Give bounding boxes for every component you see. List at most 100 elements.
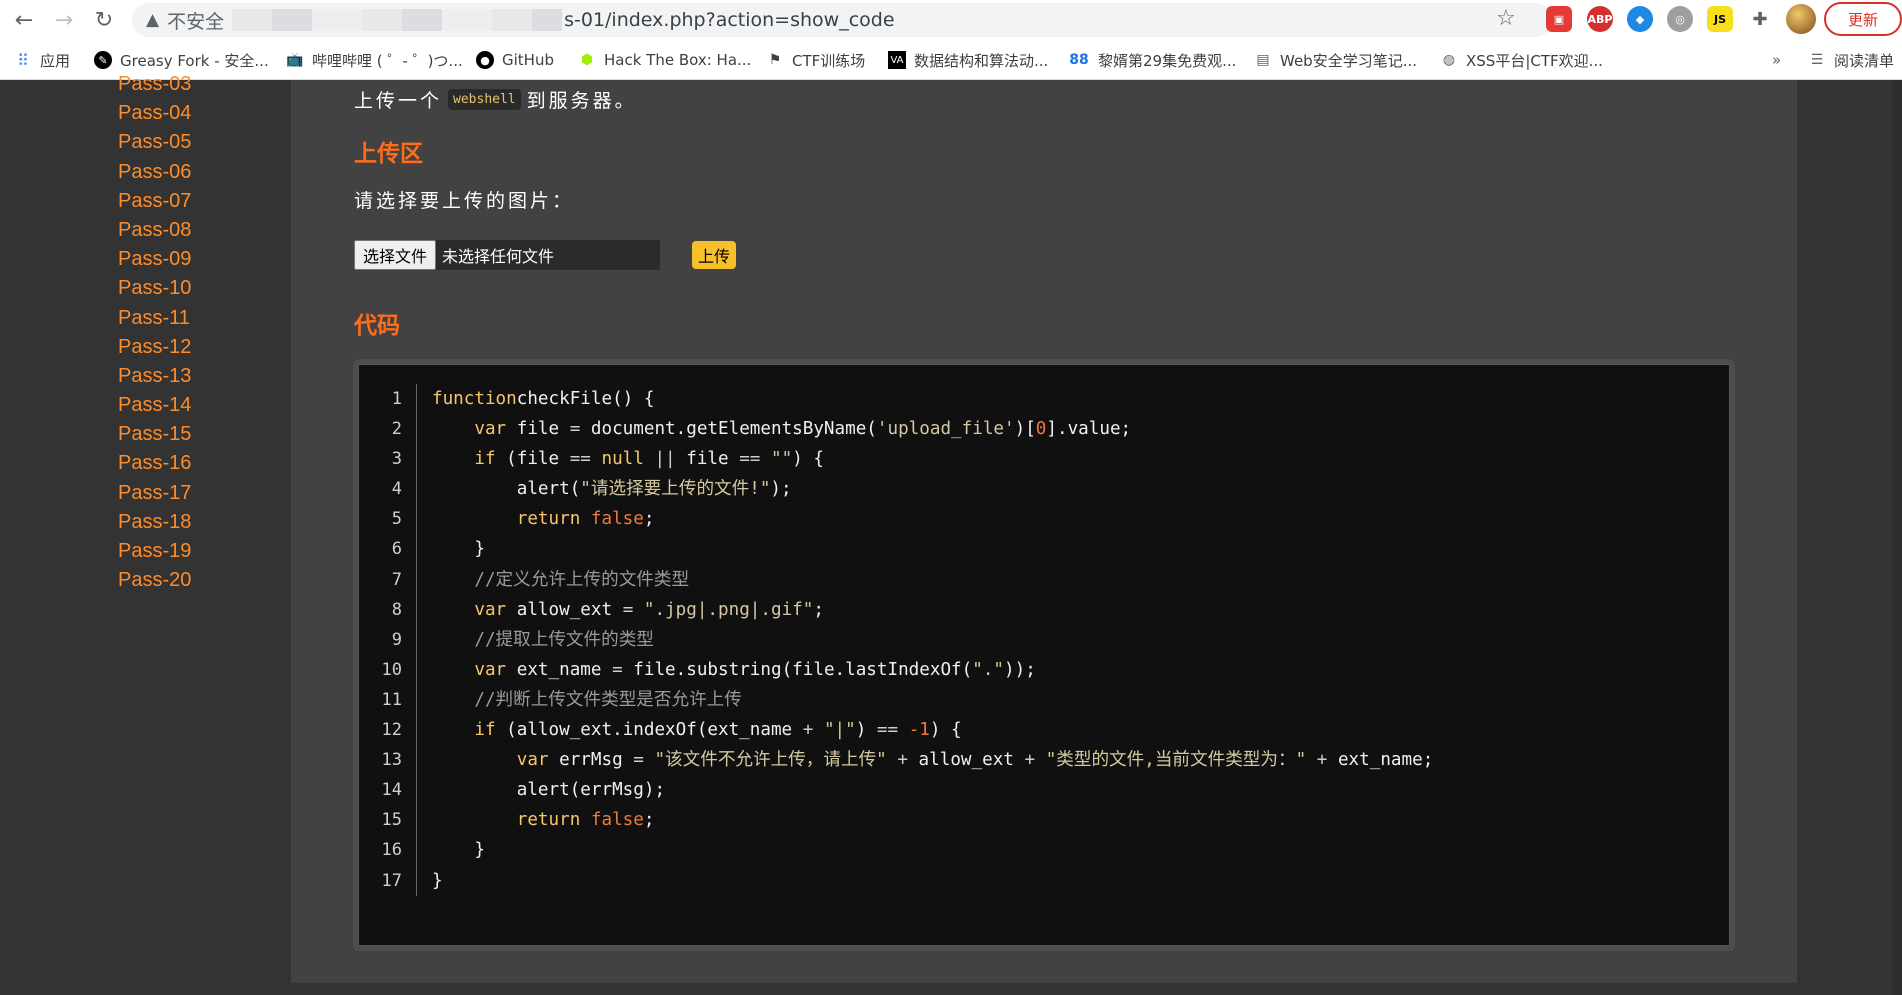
bookmark-greasyfork[interactable]: ✎ Greasy Fork - 安全... — [94, 48, 269, 72]
sidebar-item-pass-07[interactable]: Pass-07 — [118, 187, 191, 216]
code-line: } — [432, 534, 1433, 564]
reading-list-icon: ☰ — [1810, 52, 1824, 68]
sidebar-item-pass-14[interactable]: Pass-14 — [118, 391, 191, 420]
sidebar-item-pass-10[interactable]: Pass-10 — [118, 274, 191, 303]
code-line: functioncheckFile() { — [432, 384, 1433, 414]
code-token: file.substring(file.lastIndexOf( — [622, 659, 973, 680]
adblock-icon[interactable]: ABP — [1587, 6, 1613, 32]
sidebar-item-pass-05[interactable]: Pass-05 — [118, 128, 191, 157]
reload-icon[interactable]: ↻ — [88, 4, 120, 36]
sidebar-item-pass-06[interactable]: Pass-06 — [118, 158, 191, 187]
warning-triangle-icon: ▲ — [146, 10, 160, 30]
url-text: s-01/index.php?action=show_code — [564, 9, 895, 31]
upload-heading: 上传区 — [354, 141, 423, 167]
sidebar-item-pass-19[interactable]: Pass-19 — [118, 537, 191, 566]
code-token: || — [654, 449, 676, 470]
intro-after: 到服务器。 — [526, 90, 637, 112]
sidebar-item-pass-09[interactable]: Pass-09 — [118, 245, 191, 274]
redacted-url-segment — [232, 9, 563, 31]
code-token: false — [590, 509, 644, 530]
file-status: 未选择任何文件 — [442, 247, 555, 266]
sidebar-item-pass-20[interactable]: Pass-20 — [118, 566, 191, 595]
sidebar-item-pass-17[interactable]: Pass-17 — [118, 479, 191, 508]
code-token: ext_name; — [1327, 750, 1434, 771]
code-token: var — [474, 599, 507, 620]
bookmark-star-icon[interactable]: ☆ — [1496, 6, 1516, 31]
code-token: var — [474, 659, 507, 680]
address-bar[interactable]: ▲ 不安全 s-01/index.php?action=show_code — [132, 3, 1552, 37]
bookmark-label: Hack The Box: Ha... — [604, 51, 752, 69]
bookmark-bilibili[interactable]: 📺 哔哩哔哩 ( ゜- ゜)つ... — [286, 48, 462, 72]
code-line: return false; — [432, 504, 1433, 534]
bookmark-label: 数据结构和算法动... — [914, 51, 1049, 70]
bookmark-88[interactable]: 88 黎婿第29集免费观... — [1068, 48, 1236, 72]
code-token: ; — [813, 599, 824, 620]
flag-icon: ⚑ — [768, 52, 782, 68]
page-scrollbar[interactable] — [1892, 80, 1902, 995]
profile-avatar[interactable] — [1786, 4, 1816, 34]
code-token: "类型的文件,当前文件类型为：" — [1045, 750, 1307, 771]
file-input[interactable]: 选择文件 未选择任何文件 — [354, 240, 660, 270]
code-line: var ext_name = file.substring(file.lastI… — [432, 655, 1433, 685]
sidebar-item-pass-16[interactable]: Pass-16 — [118, 449, 191, 478]
sidebar-item-pass-13[interactable]: Pass-13 — [118, 362, 191, 391]
sidebar-item-pass-15[interactable]: Pass-15 — [118, 420, 191, 449]
js-extension-icon[interactable]: JS — [1707, 6, 1733, 32]
code-line: alert("请选择要上传的文件!"); — [432, 474, 1433, 504]
code-token: if — [474, 720, 496, 741]
reading-list[interactable]: ☰ 阅读清单 — [1808, 48, 1894, 72]
puzzle-extensions-icon[interactable]: ✚ — [1747, 6, 1773, 32]
update-button[interactable]: 更新 — [1824, 2, 1902, 36]
bookmark-websec[interactable]: ▤ Web安全学习笔记... — [1254, 48, 1417, 72]
va-icon: VA — [888, 51, 906, 69]
bookmark-visualgo[interactable]: VA 数据结构和算法动... — [888, 48, 1048, 72]
intro-code: webshell — [448, 89, 521, 110]
sidebar-item-pass-12[interactable]: Pass-12 — [118, 333, 191, 362]
sidebar-item-pass-18[interactable]: Pass-18 — [118, 508, 191, 537]
code-token: ].value; — [1046, 419, 1132, 440]
code-block: 1 2 3 4 5 6 7 8 9 10 11 12 13 14 15 16 17 functioncheckF… — [353, 359, 1735, 951]
code-token: ; — [643, 509, 655, 530]
sidebar-item-pass-03[interactable]: Pass-03 — [118, 70, 191, 99]
code-line: //判断上传文件类型是否允许上传 — [432, 685, 1433, 715]
sidebar-item-pass-04[interactable]: Pass-04 — [118, 99, 191, 128]
back-arrow-icon[interactable]: ← — [8, 4, 40, 36]
main-content: 上传一个 webshell 到服务器。 上传区 请选择要上传的图片： 选择文件 … — [291, 80, 1797, 983]
bookmark-hackthebox[interactable]: ⬢ Hack The Box: Ha... — [578, 48, 751, 72]
line-number: 7 — [391, 569, 402, 590]
bookmark-label: 应用 — [40, 51, 71, 70]
bookmark-apps[interactable]: ⠿ 应用 — [14, 48, 70, 72]
code-token: "|" — [823, 720, 856, 741]
code-token: ); — [770, 479, 792, 500]
sidebar-item-pass-08[interactable]: Pass-08 — [118, 216, 191, 245]
code-line: if (allow_ext.indexOf(ext_name + "|") ==… — [432, 715, 1433, 745]
line-number: 8 — [391, 599, 402, 620]
bookmark-xss[interactable]: ◍ XSS平台|CTF欢迎... — [1440, 48, 1603, 72]
bookmark-ctf[interactable]: ⚑ CTF训练场 — [766, 48, 866, 72]
extension-red-icon[interactable]: ▣ — [1546, 6, 1572, 32]
extension-bird-icon[interactable]: ◆ — [1627, 6, 1653, 32]
code-token: (file — [495, 449, 570, 470]
extension-globe-icon[interactable]: ◎ — [1667, 6, 1693, 32]
bookmarks-overflow[interactable]: » — [1772, 48, 1781, 72]
line-number: 10 — [381, 659, 402, 680]
code-line: //定义允许上传的文件类型 — [432, 565, 1433, 595]
choose-file-button[interactable]: 选择文件 — [354, 240, 437, 270]
forward-arrow-icon[interactable]: → — [48, 4, 80, 36]
upload-button[interactable]: 上传 — [692, 241, 737, 269]
code-token: file — [506, 419, 570, 440]
bookmark-github[interactable]: ● GitHub — [476, 48, 554, 72]
line-number: 6 — [391, 539, 402, 560]
bookmark-label: Web安全学习笔记... — [1280, 51, 1418, 70]
sidebar-item-pass-11[interactable]: Pass-11 — [118, 304, 191, 333]
line-number: 4 — [391, 479, 402, 500]
